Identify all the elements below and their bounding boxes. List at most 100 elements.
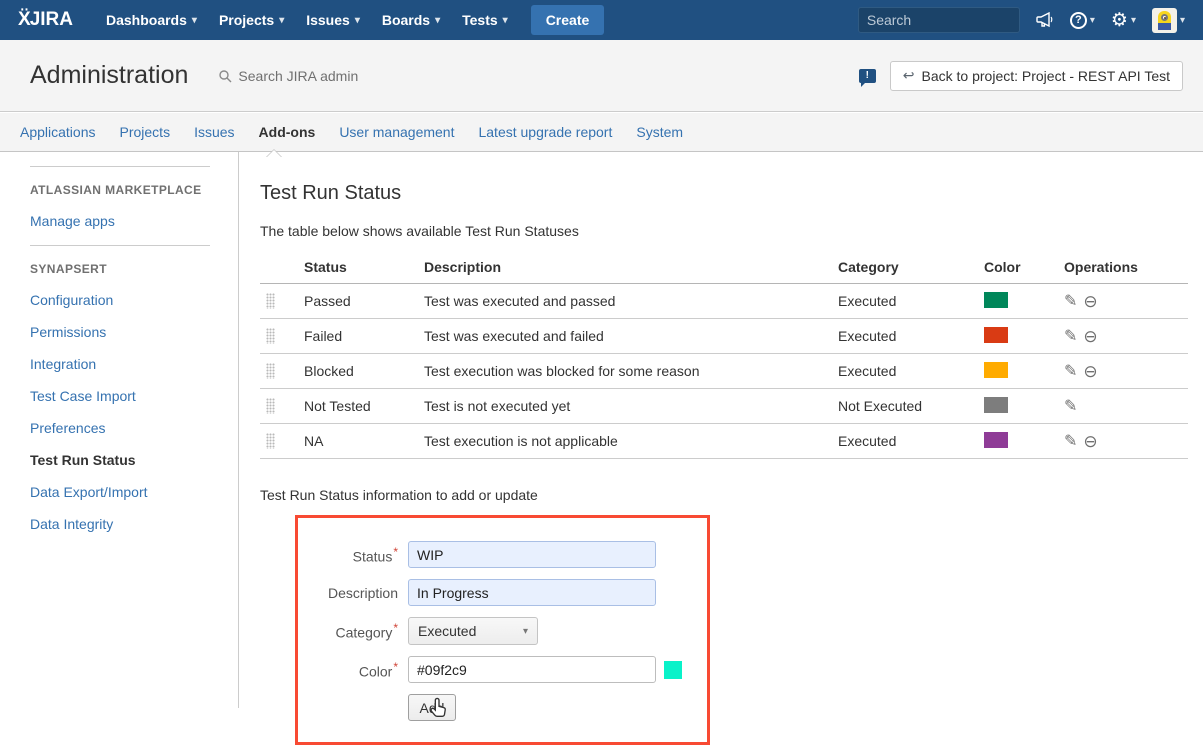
sidebar-item-data-export-import[interactable]: Data Export/Import xyxy=(30,484,238,500)
sidebar: ATLASSIAN MARKETPLACE Manage apps SYNAPS… xyxy=(0,152,239,708)
cell-description: Test was executed and passed xyxy=(424,284,838,319)
sidebar-item-integration[interactable]: Integration xyxy=(30,356,238,372)
add-status-form: Status* Description Category* Executed ▾… xyxy=(295,515,710,745)
drag-handle-icon[interactable] xyxy=(266,433,275,449)
description-field-label: Description xyxy=(298,585,398,601)
table-row: Blocked Test execution was blocked for s… xyxy=(260,354,1188,389)
menu-projects[interactable]: Projects ▾ xyxy=(219,12,284,28)
drag-handle-icon[interactable] xyxy=(266,398,275,414)
admin-header: Administration ! ↩ Back to project: Proj… xyxy=(0,40,1203,112)
header-color: Color xyxy=(984,251,1064,284)
global-search[interactable] xyxy=(858,7,1020,33)
status-color-swatch xyxy=(984,362,1008,378)
menu-boards[interactable]: Boards ▾ xyxy=(382,12,440,28)
status-field-label: Status* xyxy=(298,545,398,565)
required-marker: * xyxy=(393,545,398,559)
chevron-down-icon: ▾ xyxy=(1180,15,1185,26)
help-icon: ? xyxy=(1070,12,1087,29)
table-row: NA Test execution is not applicable Exec… xyxy=(260,424,1188,459)
drag-handle-icon[interactable] xyxy=(266,363,275,379)
header-category: Category xyxy=(838,251,984,284)
cell-description: Test was executed and failed xyxy=(424,319,838,354)
avatar xyxy=(1152,8,1177,33)
top-navbar: ẌJIRA Dashboards ▾ Projects ▾ Issues ▾ B… xyxy=(0,0,1203,40)
sidebar-item-test-run-status[interactable]: Test Run Status xyxy=(30,452,238,468)
cell-status: Blocked xyxy=(304,354,424,389)
sidebar-item-data-integrity[interactable]: Data Integrity xyxy=(30,516,238,532)
description-field[interactable] xyxy=(408,579,656,606)
sidebar-item-configuration[interactable]: Configuration xyxy=(30,292,238,308)
header-status: Status xyxy=(304,251,424,284)
remove-icon[interactable]: ⊖ xyxy=(1083,433,1097,450)
mouse-cursor-icon xyxy=(429,697,449,719)
tab-projects[interactable]: Projects xyxy=(120,124,171,140)
edit-icon[interactable]: ✎ xyxy=(1064,431,1077,451)
category-field-label: Category* xyxy=(298,621,398,641)
color-field-label: Color* xyxy=(298,660,398,680)
jira-logo[interactable]: ẌJIRA xyxy=(18,9,73,31)
required-marker: * xyxy=(393,660,398,674)
main-content: Test Run Status The table below shows av… xyxy=(260,152,1188,708)
create-button[interactable]: Create xyxy=(531,5,605,35)
tab-add-ons[interactable]: Add-ons xyxy=(259,124,316,140)
page-title: Administration xyxy=(30,61,188,90)
drag-handle-icon[interactable] xyxy=(266,328,275,344)
drag-handle-icon[interactable] xyxy=(266,293,275,309)
help-menu[interactable]: ? ▾ xyxy=(1070,12,1095,29)
sidebar-item-manage-apps[interactable]: Manage apps xyxy=(30,213,238,229)
tab-latest-upgrade-report[interactable]: Latest upgrade report xyxy=(478,124,612,140)
status-table: Status Description Category Color Operat… xyxy=(260,251,1188,459)
admin-tabs: Applications Projects Issues Add-ons Use… xyxy=(0,113,1203,152)
cell-status: Failed xyxy=(304,319,424,354)
divider xyxy=(30,166,210,167)
cell-description: Test is not executed yet xyxy=(424,389,838,424)
cell-status: NA xyxy=(304,424,424,459)
menu-tests[interactable]: Tests ▾ xyxy=(462,12,508,28)
divider xyxy=(30,245,210,246)
form-caption: Test Run Status information to add or up… xyxy=(260,487,1188,503)
edit-icon[interactable]: ✎ xyxy=(1064,291,1077,311)
color-preview-swatch xyxy=(664,661,682,679)
remove-icon[interactable]: ⊖ xyxy=(1083,293,1097,310)
edit-icon[interactable]: ✎ xyxy=(1064,326,1077,346)
tab-system[interactable]: System xyxy=(636,124,683,140)
status-field[interactable] xyxy=(408,541,656,568)
sidebar-item-test-case-import[interactable]: Test Case Import xyxy=(30,388,238,404)
cell-category: Executed xyxy=(838,354,984,389)
global-search-input[interactable] xyxy=(867,12,1048,28)
category-select[interactable]: Executed ▾ xyxy=(408,617,538,645)
tab-issues[interactable]: Issues xyxy=(194,124,234,140)
chevron-down-icon: ▾ xyxy=(355,15,360,26)
color-field[interactable] xyxy=(408,656,656,683)
menu-issues[interactable]: Issues ▾ xyxy=(306,12,360,28)
megaphone-icon xyxy=(1036,12,1054,28)
cell-description: Test execution was blocked for some reas… xyxy=(424,354,838,389)
cell-status: Passed xyxy=(304,284,424,319)
chevron-down-icon: ▾ xyxy=(192,15,197,26)
menu-dashboards[interactable]: Dashboards ▾ xyxy=(106,12,197,28)
edit-icon[interactable]: ✎ xyxy=(1064,396,1077,416)
edit-icon[interactable]: ✎ xyxy=(1064,361,1077,381)
tab-applications[interactable]: Applications xyxy=(20,124,96,140)
sidebar-section-marketplace: ATLASSIAN MARKETPLACE xyxy=(30,183,238,197)
feedback-icon[interactable]: ! xyxy=(859,69,876,83)
chevron-down-icon: ▾ xyxy=(1090,15,1095,26)
remove-icon[interactable]: ⊖ xyxy=(1083,328,1097,345)
status-color-swatch xyxy=(984,292,1008,308)
admin-search[interactable] xyxy=(218,68,418,84)
cell-category: Executed xyxy=(838,284,984,319)
tab-user-management[interactable]: User management xyxy=(339,124,454,140)
admin-settings-menu[interactable]: ⚙ ▾ xyxy=(1111,11,1136,30)
remove-icon[interactable]: ⊖ xyxy=(1083,363,1097,380)
cell-description: Test execution is not applicable xyxy=(424,424,838,459)
user-profile-menu[interactable]: ▾ xyxy=(1152,8,1185,33)
jira-logo-mark-icon: Ẍ xyxy=(18,9,30,31)
sidebar-section-synapsert: SYNAPSERT xyxy=(30,262,238,276)
return-arrow-icon: ↩ xyxy=(903,67,915,84)
announcements-button[interactable] xyxy=(1036,12,1054,28)
header-description: Description xyxy=(424,251,838,284)
sidebar-item-permissions[interactable]: Permissions xyxy=(30,324,238,340)
back-to-project-button[interactable]: ↩ Back to project: Project - REST API Te… xyxy=(890,61,1183,91)
admin-search-input[interactable] xyxy=(238,68,418,84)
sidebar-item-preferences[interactable]: Preferences xyxy=(30,420,238,436)
